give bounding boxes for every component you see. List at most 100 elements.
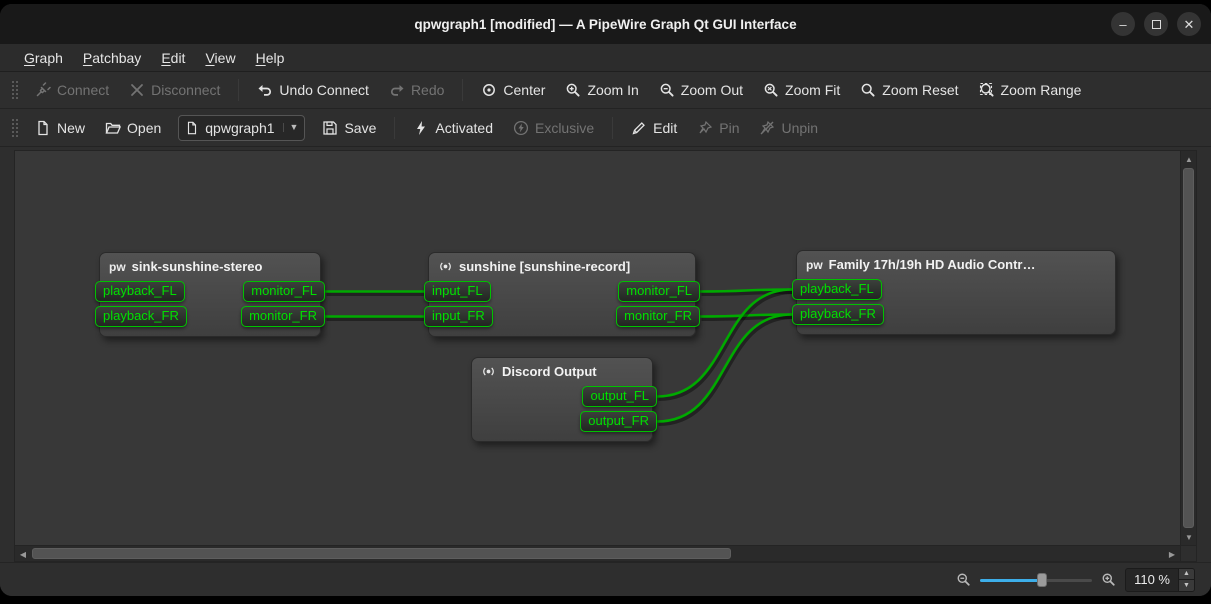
maximize-icon xyxy=(1152,20,1161,29)
zoom-out-button[interactable]: Zoom Out xyxy=(650,78,752,102)
new-button[interactable]: New xyxy=(26,116,94,140)
node-title: Family 17h/19h HD Audio Contr… xyxy=(829,257,1036,272)
zoom-range-button[interactable]: Zoom Range xyxy=(970,78,1091,102)
zoom-step-down-icon[interactable]: ▼ xyxy=(1179,579,1194,591)
pin-icon xyxy=(697,120,713,136)
node-family-hd-audio[interactable]: pw Family 17h/19h HD Audio Contr… playba… xyxy=(796,250,1116,335)
graph-view: pw sink-sunshine-stereo playback_FL play… xyxy=(14,150,1197,562)
toolbar-main: Connect Disconnect Undo Connect Redo xyxy=(0,72,1211,109)
minimize-button[interactable]: – xyxy=(1111,12,1135,36)
unpin-icon xyxy=(759,120,775,136)
pin-button[interactable]: Pin xyxy=(688,116,748,140)
toolbar-separator xyxy=(462,79,463,101)
patchbay-profile-select[interactable]: qpwgraph1 ▼ xyxy=(178,115,305,141)
disconnect-label: Disconnect xyxy=(151,82,220,98)
record-icon xyxy=(438,259,453,274)
zoom-in-button[interactable]: Zoom In xyxy=(556,78,647,102)
port-monitor-fl[interactable]: monitor_FL xyxy=(243,281,325,302)
edit-label: Edit xyxy=(653,120,677,136)
zoom-slider[interactable] xyxy=(980,572,1092,588)
port-playback-fl[interactable]: playback_FL xyxy=(792,279,882,300)
node-sunshine[interactable]: sunshine [sunshine-record] input_FL inpu… xyxy=(428,252,696,337)
vertical-scrollbar[interactable]: ▲ ▼ xyxy=(1180,151,1196,545)
node-discord-output[interactable]: Discord Output output_FL output_FR xyxy=(471,357,653,442)
port-playback-fr[interactable]: playback_FR xyxy=(95,306,187,327)
scroll-right-icon[interactable]: ▶ xyxy=(1164,546,1180,562)
menu-view[interactable]: View xyxy=(195,44,245,71)
zoom-range-label: Zoom Range xyxy=(1001,82,1082,98)
port-monitor-fr[interactable]: monitor_FR xyxy=(241,306,325,327)
zoom-in-icon xyxy=(565,82,581,98)
zoom-fit-label: Zoom Fit xyxy=(785,82,840,98)
menu-view-label: V xyxy=(205,50,214,66)
app-window: qpwgraph1 [modified] — A PipeWire Graph … xyxy=(0,4,1211,596)
scroll-down-icon[interactable]: ▼ xyxy=(1181,529,1197,545)
menu-patchbay[interactable]: Patchbay xyxy=(73,44,151,71)
activated-label: Activated xyxy=(435,120,493,136)
pipewire-icon: pw xyxy=(806,259,823,271)
profile-doc-icon xyxy=(185,121,199,135)
exclusive-toggle[interactable]: Exclusive xyxy=(504,116,603,140)
open-button[interactable]: Open xyxy=(96,116,170,140)
port-output-fr[interactable]: output_FR xyxy=(580,411,657,432)
zoom-in-mini-icon[interactable] xyxy=(1101,572,1116,587)
zoom-step-up-icon[interactable]: ▲ xyxy=(1179,569,1194,580)
exclusive-label: Exclusive xyxy=(535,120,594,136)
scroll-up-icon[interactable]: ▲ xyxy=(1181,151,1197,167)
redo-button[interactable]: Redo xyxy=(380,78,453,102)
port-input-fr[interactable]: input_FR xyxy=(424,306,493,327)
port-output-fl[interactable]: output_FL xyxy=(582,386,657,407)
vertical-scroll-handle[interactable] xyxy=(1183,168,1194,528)
new-label: New xyxy=(57,120,85,136)
center-button[interactable]: Center xyxy=(472,78,554,102)
center-icon xyxy=(481,82,497,98)
menu-edit-label: E xyxy=(161,50,170,66)
node-header: sunshine [sunshine-record] xyxy=(429,253,695,279)
disconnect-button[interactable]: Disconnect xyxy=(120,78,229,102)
activated-toggle[interactable]: Activated xyxy=(404,116,502,140)
open-label: Open xyxy=(127,120,161,136)
node-header: pw Family 17h/19h HD Audio Contr… xyxy=(797,251,1115,277)
unpin-label: Unpin xyxy=(781,120,818,136)
zoom-value[interactable]: 110 % xyxy=(1126,569,1178,591)
port-playback-fr[interactable]: playback_FR xyxy=(792,304,884,325)
node-header: Discord Output xyxy=(472,358,652,384)
titlebar[interactable]: qpwgraph1 [modified] — A PipeWire Graph … xyxy=(0,4,1211,44)
edit-button[interactable]: Edit xyxy=(622,116,686,140)
zoom-spinbox[interactable]: 110 % ▲ ▼ xyxy=(1125,568,1195,592)
unpin-button[interactable]: Unpin xyxy=(750,116,827,140)
node-title: sink-sunshine-stereo xyxy=(132,259,263,274)
zoom-reset-button[interactable]: Zoom Reset xyxy=(851,78,967,102)
port-playback-fl[interactable]: playback_FL xyxy=(95,281,185,302)
scrollbar-corner xyxy=(1180,546,1196,561)
undo-connect-button[interactable]: Undo Connect xyxy=(248,78,378,102)
maximize-button[interactable] xyxy=(1144,12,1168,36)
toolbar-grip[interactable] xyxy=(10,117,18,139)
zoom-slider-handle[interactable] xyxy=(1037,573,1047,587)
port-monitor-fr[interactable]: monitor_FR xyxy=(616,306,700,327)
menu-edit[interactable]: Edit xyxy=(151,44,195,71)
zoom-out-mini-icon[interactable] xyxy=(956,572,971,587)
toolbar-separator xyxy=(612,117,613,139)
save-label: Save xyxy=(344,120,376,136)
node-sink-sunshine-stereo[interactable]: pw sink-sunshine-stereo playback_FL play… xyxy=(99,252,321,337)
chevron-down-icon: ▼ xyxy=(283,123,299,132)
port-input-fl[interactable]: input_FL xyxy=(424,281,491,302)
menu-help[interactable]: Help xyxy=(246,44,295,71)
menu-graph[interactable]: Graph xyxy=(14,44,73,71)
horizontal-scroll-handle[interactable] xyxy=(32,548,731,559)
close-button[interactable]: ✕ xyxy=(1177,12,1201,36)
save-button[interactable]: Save xyxy=(313,116,385,140)
graph-canvas[interactable]: pw sink-sunshine-stereo playback_FL play… xyxy=(15,151,1180,545)
zoom-range-icon xyxy=(979,82,995,98)
horizontal-scrollbar[interactable]: ◀ ▶ xyxy=(15,546,1180,561)
node-title: sunshine [sunshine-record] xyxy=(459,259,630,274)
zoom-slider-fill xyxy=(980,579,1042,582)
connect-button[interactable]: Connect xyxy=(26,78,118,102)
toolbar-grip[interactable] xyxy=(10,79,18,101)
scroll-left-icon[interactable]: ◀ xyxy=(15,546,31,562)
node-title: Discord Output xyxy=(502,364,597,379)
zoom-fit-button[interactable]: Zoom Fit xyxy=(754,78,849,102)
zoom-in-label: Zoom In xyxy=(587,82,638,98)
port-monitor-fl[interactable]: monitor_FL xyxy=(618,281,700,302)
